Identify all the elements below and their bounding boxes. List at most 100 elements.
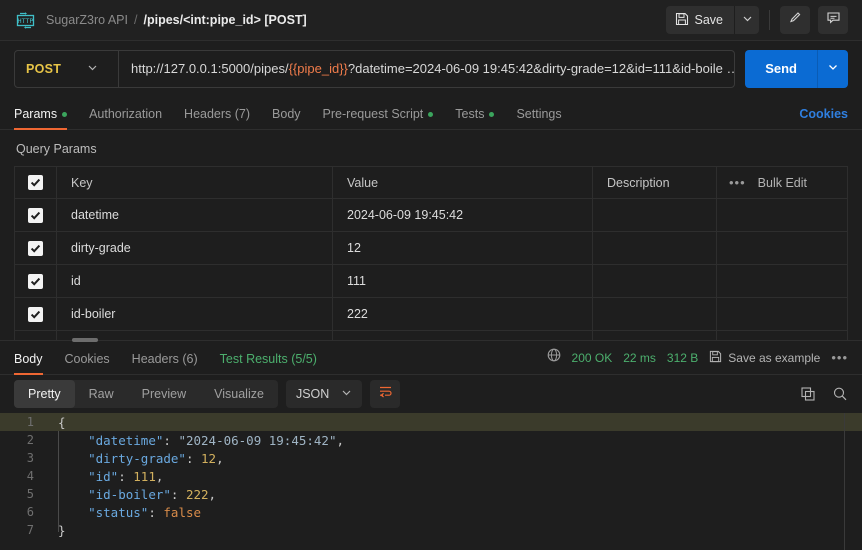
param-value[interactable] (333, 331, 593, 340)
view-mode-raw[interactable]: Raw (75, 380, 128, 408)
select-all-checkbox[interactable] (28, 175, 43, 190)
param-key[interactable]: datetime (57, 199, 333, 231)
tab-headers-label: Headers (7) (184, 107, 251, 121)
table-row[interactable]: datetime 2024-06-09 19:45:42 (15, 199, 847, 232)
param-key[interactable] (57, 331, 333, 340)
chevron-down-icon (742, 11, 753, 29)
code-line: 3 "dirty-grade": 12, (0, 449, 862, 467)
row-actions (717, 331, 847, 340)
code-token: 12 (201, 450, 217, 466)
row-actions (717, 298, 847, 330)
line-number: 5 (26, 487, 34, 501)
param-key[interactable]: id-boiler (57, 298, 333, 330)
save-button-label: Save (694, 13, 724, 27)
param-description[interactable] (593, 199, 717, 231)
code-line: 2 "datetime": "2024-06-09 19:45:42", (0, 431, 862, 449)
column-header-key: Key (57, 167, 333, 198)
table-row[interactable]: id-boiler 222 (15, 298, 847, 331)
ellipsis-icon[interactable]: ••• (729, 176, 746, 189)
request-tab-bar: Params Authorization Headers (7) Body Pr… (0, 96, 862, 130)
row-select-cell (15, 232, 57, 264)
url-input[interactable]: http://127.0.0.1:5000/pipes/{{pipe_id}}?… (119, 51, 734, 87)
code-token: : (148, 504, 164, 520)
query-params-table: Key Value Description ••• Bulk Edit date… (14, 166, 848, 340)
code-token: 222 (185, 486, 209, 502)
tab-tests[interactable]: Tests (455, 107, 495, 129)
breadcrumb-collection[interactable]: SugarZ3ro API (46, 13, 128, 27)
row-checkbox[interactable] (28, 207, 43, 223)
code-scrollbar-track[interactable] (844, 413, 845, 550)
param-description[interactable] (593, 265, 717, 297)
save-button[interactable]: Save (665, 6, 735, 34)
chevron-down-icon (827, 60, 839, 78)
tab-body[interactable]: Body (272, 107, 301, 129)
send-button[interactable]: Send (745, 49, 818, 88)
edit-request-button[interactable] (780, 6, 810, 34)
cookies-link[interactable]: Cookies (799, 107, 848, 129)
word-wrap-button[interactable] (370, 380, 401, 408)
header-divider (769, 10, 770, 30)
modified-dot-icon (489, 111, 495, 117)
param-description[interactable] (593, 232, 717, 264)
row-actions (717, 265, 847, 297)
row-checkbox[interactable] (28, 306, 43, 322)
row-select-cell (15, 331, 57, 340)
tab-pre-request-script[interactable]: Pre-request Script (323, 107, 434, 129)
row-checkbox[interactable] (28, 273, 43, 289)
param-value[interactable]: 12 (333, 232, 593, 264)
tab-params[interactable]: Params (14, 107, 68, 130)
tab-tests-label: Tests (455, 107, 485, 121)
comment-button[interactable] (818, 6, 848, 34)
response-more-icon[interactable]: ••• (831, 350, 848, 365)
response-body-code[interactable]: 1 { 2 "datetime": "2024-06-09 19:45:42",… (0, 413, 862, 550)
tab-authorization[interactable]: Authorization (89, 107, 162, 129)
param-key[interactable]: dirty-grade (57, 232, 333, 264)
line-number: 2 (26, 433, 34, 447)
column-header-description: Description (593, 167, 717, 198)
response-tab-body[interactable]: Body (14, 352, 43, 375)
code-token: "2024-06-09 19:45:42" (178, 432, 337, 448)
response-format-select[interactable]: JSON (285, 380, 363, 408)
response-body-toolbar: Pretty Raw Preview Visualize JSON (0, 375, 862, 413)
url-variable: {{pipe_id}} (288, 61, 348, 76)
table-row[interactable]: dirty-grade 12 (15, 232, 847, 265)
view-mode-pretty[interactable]: Pretty (14, 380, 75, 408)
code-token: , (336, 432, 345, 448)
line-content: "id": 111, (46, 469, 163, 484)
param-value[interactable]: 2024-06-09 19:45:42 (333, 199, 593, 231)
view-mode-visualize[interactable]: Visualize (200, 380, 278, 408)
save-dropdown-button[interactable] (735, 6, 759, 34)
line-number: 3 (26, 451, 34, 465)
send-dropdown-button[interactable] (818, 49, 848, 88)
tab-settings[interactable]: Settings (516, 107, 561, 129)
http-method-select[interactable]: POST (15, 50, 119, 87)
param-key[interactable]: id (57, 265, 333, 297)
response-tab-headers[interactable]: Headers (6) (132, 352, 198, 374)
breadcrumb-request-name[interactable]: /pipes/<int:pipe_id> [POST] (143, 13, 306, 27)
header-actions: Save (665, 6, 848, 34)
param-description[interactable] (593, 298, 717, 330)
param-description[interactable] (593, 331, 717, 340)
save-as-example-button[interactable]: Save as example (709, 350, 820, 366)
tab-headers[interactable]: Headers (7) (184, 107, 250, 129)
table-row[interactable]: id 111 (15, 265, 847, 298)
view-mode-preview[interactable]: Preview (128, 380, 200, 408)
row-checkbox[interactable] (28, 240, 43, 256)
copy-button[interactable] (800, 386, 816, 402)
param-value[interactable]: 222 (333, 298, 593, 330)
response-tab-cookies[interactable]: Cookies (65, 352, 110, 374)
table-row[interactable] (15, 331, 847, 340)
pane-resize-handle[interactable] (72, 338, 98, 342)
search-button[interactable] (832, 386, 848, 402)
response-tab-test-results[interactable]: Test Results (5/5) (220, 352, 317, 374)
code-line: 1 { (0, 413, 862, 431)
code-token: , (155, 468, 164, 484)
response-body-toolbar-right (800, 386, 848, 402)
param-value[interactable]: 111 (333, 265, 593, 297)
bulk-edit-button[interactable]: Bulk Edit (758, 176, 807, 190)
row-select-cell (15, 298, 57, 330)
code-token: "id-boiler" (88, 486, 171, 502)
